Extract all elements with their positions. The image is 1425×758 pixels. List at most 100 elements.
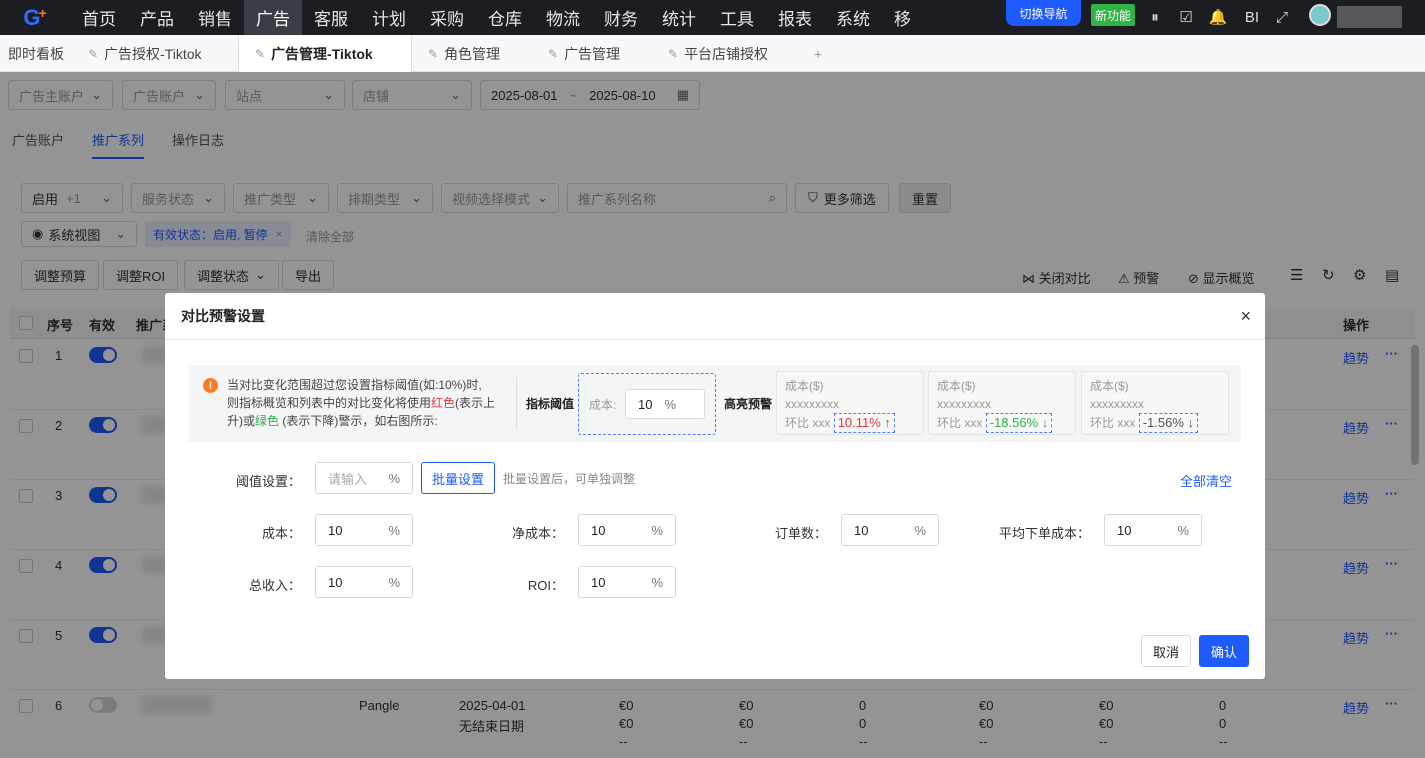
- percent-suffix: %: [1177, 522, 1189, 538]
- example-value: 10: [638, 396, 653, 412]
- revenue-label: 总收入：: [248, 578, 301, 593]
- example-field-label: 成本:: [589, 398, 617, 412]
- highlight-label: 高亮预警: [724, 397, 773, 411]
- threshold-example-label: 指标阈值: [526, 397, 575, 411]
- new-feature-badge[interactable]: 新功能: [1091, 4, 1135, 26]
- pin-icon: ✎: [88, 46, 99, 61]
- orders-threshold-input[interactable]: 10%: [841, 514, 939, 546]
- app-logo[interactable]: G +: [0, 0, 70, 35]
- nav-plan[interactable]: 计划: [360, 0, 418, 35]
- percent-suffix: %: [914, 522, 926, 538]
- example-card-neutral: 成本($) xxxxxxxxx 环比 xxx -1.56% ↓: [1081, 371, 1229, 435]
- revenue-threshold-input[interactable]: 10%: [315, 566, 413, 598]
- nav-home[interactable]: 首页: [70, 0, 128, 35]
- confirm-button[interactable]: 确认: [1199, 635, 1249, 667]
- tab-label: 广告管理: [564, 45, 621, 62]
- nav-purchase[interactable]: 采购: [418, 0, 476, 35]
- nav-service[interactable]: 客服: [302, 0, 360, 35]
- tab-label: 角色管理: [444, 45, 501, 62]
- divider: [516, 377, 517, 429]
- batch-set-button[interactable]: 批量设置: [421, 462, 495, 494]
- nav-reports[interactable]: 报表: [766, 0, 824, 35]
- nav-system[interactable]: 系统: [824, 0, 882, 35]
- card-title: 成本($): [785, 379, 824, 393]
- input-value: 10: [328, 574, 343, 590]
- cost-label: 成本：: [261, 526, 301, 541]
- percent-suffix: %: [388, 574, 400, 590]
- nav-tools[interactable]: 工具: [708, 0, 766, 35]
- tab-ad-manage-tiktok[interactable]: ✎ 广告管理-Tiktok: [238, 35, 412, 72]
- cancel-button[interactable]: 取消: [1141, 635, 1191, 667]
- close-icon[interactable]: ×: [1240, 306, 1251, 327]
- nav-warehouse[interactable]: 仓库: [476, 0, 534, 35]
- example-card-down: 成本($) xxxxxxxxx 环比 xxx -18.56% ↓: [928, 371, 1076, 435]
- card-value: xxxxxxxxx: [937, 397, 991, 411]
- example-input: 10%: [625, 389, 705, 419]
- card-ratio: 环比 xxx: [785, 416, 831, 430]
- avatar[interactable]: [1309, 4, 1331, 26]
- roi-label: ROI：: [527, 578, 564, 593]
- dialog-title: 对比预警设置: [165, 293, 1265, 340]
- tab-role-manage[interactable]: ✎ 角色管理: [428, 35, 500, 72]
- tab-store-auth[interactable]: ✎ 平台店铺授权: [668, 35, 768, 72]
- top-nav: G + 首页 产品 销售 广告 客服 计划 采购 仓库 物流 财务 统计 工具 报…: [0, 0, 1425, 35]
- pause-icon[interactable]: ⏸: [1145, 7, 1165, 27]
- fullscreen-icon[interactable]: ⤢: [1272, 7, 1292, 27]
- example-card-up: 成本($) xxxxxxxxx 环比 xxx 10.11% ↑: [776, 371, 924, 435]
- tab-label: 平台店铺授权: [684, 45, 769, 62]
- card-title: 成本($): [937, 379, 976, 393]
- input-value: 10: [854, 522, 869, 538]
- tab-label: 即时看板: [8, 45, 64, 62]
- switch-nav-button[interactable]: 切换导航: [1006, 0, 1081, 26]
- nav-more[interactable]: 移: [882, 0, 923, 35]
- change-neutral: -1.56% ↓: [1138, 413, 1198, 433]
- tab-ad-auth-tiktok[interactable]: ✎ 广告授权-Tiktok: [88, 35, 202, 72]
- avg-order-cost-threshold-input[interactable]: 10%: [1104, 514, 1202, 546]
- card-title: 成本($): [1090, 379, 1129, 393]
- cost-threshold-input[interactable]: 10%: [315, 514, 413, 546]
- card-ratio: 环比 xxx: [1090, 416, 1136, 430]
- username-blurred[interactable]: [1337, 6, 1402, 28]
- threshold-batch-input[interactable]: 请输入%: [315, 462, 413, 494]
- percent-suffix: %: [388, 522, 400, 538]
- input-value: 10: [1117, 522, 1132, 538]
- nav-stats[interactable]: 统计: [650, 0, 708, 35]
- percent-suffix: %: [664, 396, 677, 412]
- notice-line: (表示上: [455, 396, 496, 410]
- avg-order-cost-label: 平均下单成本：: [998, 526, 1090, 541]
- tab-label: 广告授权-Tiktok: [104, 45, 202, 62]
- tab-label: 广告管理-Tiktok: [271, 45, 373, 62]
- add-tab-button[interactable]: +: [814, 35, 822, 72]
- tab-strip: 即时看板 ✎ 广告授权-Tiktok ✎ 广告管理-Tiktok ✎ 角色管理 ✎ 广告…: [0, 35, 1425, 72]
- change-up: 10.11% ↑: [833, 413, 895, 433]
- nav-product[interactable]: 产品: [128, 0, 186, 35]
- bi-icon[interactable]: BI: [1240, 7, 1264, 27]
- batch-hint: 批量设置后，可单独调整: [503, 472, 636, 486]
- net-cost-label: 净成本：: [511, 526, 564, 541]
- percent-suffix: %: [651, 574, 663, 590]
- threshold-setting-label: 阈值设置：: [235, 474, 301, 489]
- clear-all-button[interactable]: 全部清空: [1180, 471, 1232, 490]
- card-value: xxxxxxxxx: [1090, 397, 1144, 411]
- nav-ads[interactable]: 广告: [244, 0, 302, 35]
- nav-sales[interactable]: 销售: [186, 0, 244, 35]
- tab-dashboard[interactable]: 即时看板: [8, 35, 64, 72]
- tab-ad-manage[interactable]: ✎ 广告管理: [548, 35, 620, 72]
- nav-logistics[interactable]: 物流: [534, 0, 592, 35]
- percent-suffix: %: [388, 470, 400, 486]
- input-value: 10: [328, 522, 343, 538]
- pin-icon: ✎: [548, 46, 559, 61]
- net-cost-threshold-input[interactable]: 10%: [578, 514, 676, 546]
- warning-icon: !: [203, 378, 218, 393]
- calendar-check-icon[interactable]: ☑: [1176, 7, 1196, 27]
- pin-icon: ✎: [255, 46, 266, 61]
- input-value: 10: [591, 522, 606, 538]
- pin-icon: ✎: [668, 46, 679, 61]
- percent-suffix: %: [651, 522, 663, 538]
- card-ratio: 环比 xxx: [937, 416, 983, 430]
- roi-threshold-input[interactable]: 10%: [578, 566, 676, 598]
- notice-line: 升)或: [227, 414, 255, 428]
- nav-finance[interactable]: 财务: [592, 0, 650, 35]
- bell-icon[interactable]: 🔔: [1208, 7, 1228, 27]
- notice-panel: ! 当对比变化范围超过您设置指标阈值(如:10%)时, 则指标概览和列表中的对比…: [189, 365, 1241, 442]
